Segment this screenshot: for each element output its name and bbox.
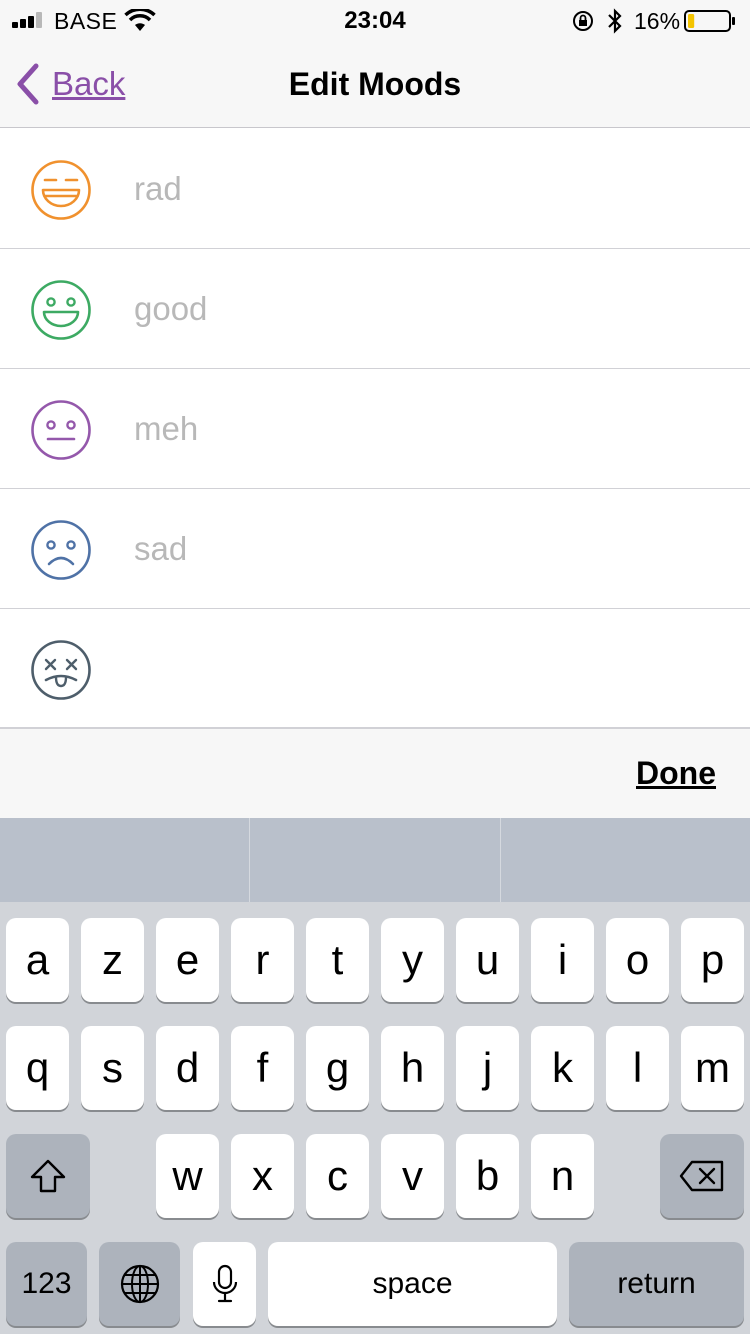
- rotation-lock-icon: [573, 11, 593, 31]
- backspace-key[interactable]: [660, 1134, 744, 1218]
- mood-name-input-awful[interactable]: [134, 647, 714, 691]
- key-row1[interactable]: y: [381, 918, 444, 1002]
- key-row2[interactable]: g: [306, 1026, 369, 1110]
- key-row2[interactable]: j: [456, 1026, 519, 1110]
- key-row1[interactable]: e: [156, 918, 219, 1002]
- key-row1[interactable]: t: [306, 918, 369, 1002]
- key-row3[interactable]: n: [531, 1134, 594, 1218]
- key-row2[interactable]: q: [6, 1026, 69, 1110]
- key-row3[interactable]: w: [156, 1134, 219, 1218]
- good-face-icon: [31, 280, 91, 340]
- key-row2[interactable]: h: [381, 1026, 444, 1110]
- key-row2[interactable]: f: [231, 1026, 294, 1110]
- sad-face-icon: [31, 520, 91, 580]
- key-row3[interactable]: b: [456, 1134, 519, 1218]
- key-row3[interactable]: c: [306, 1134, 369, 1218]
- key-row2[interactable]: l: [606, 1026, 669, 1110]
- keyboard: a z e r t y u i o p q s d f g h j k l m …: [0, 818, 750, 1334]
- suggestion-divider: [249, 818, 250, 902]
- key-row2[interactable]: k: [531, 1026, 594, 1110]
- key-row2[interactable]: m: [681, 1026, 744, 1110]
- mood-list: [0, 129, 750, 729]
- key-row1[interactable]: r: [231, 918, 294, 1002]
- navigation-bar: Back Edit Moods: [0, 40, 750, 128]
- battery-percent: 16%: [634, 8, 681, 34]
- mood-row-rad: [0, 129, 750, 249]
- backspace-icon: [679, 1160, 724, 1192]
- key-row3[interactable]: x: [231, 1134, 294, 1218]
- globe-icon: [120, 1264, 159, 1304]
- globe-key[interactable]: [99, 1242, 180, 1326]
- return-key[interactable]: return: [569, 1242, 744, 1326]
- status-bar: BASE 23:04 16%: [0, 0, 750, 40]
- microphone-icon: [212, 1264, 237, 1303]
- bluetooth-icon: [608, 8, 622, 34]
- rad-face-icon: [31, 160, 91, 220]
- mood-name-input-good[interactable]: [134, 287, 714, 331]
- list-divider: [0, 727, 750, 728]
- numbers-key[interactable]: 123: [6, 1242, 87, 1326]
- mood-row-sad: [0, 489, 750, 609]
- mood-row-awful: [0, 609, 750, 729]
- key-row2[interactable]: d: [156, 1026, 219, 1110]
- mood-name-input-rad[interactable]: [134, 167, 714, 211]
- key-row1[interactable]: u: [456, 918, 519, 1002]
- key-row1[interactable]: i: [531, 918, 594, 1002]
- page-title: Edit Moods: [288, 66, 462, 102]
- mood-name-input-meh[interactable]: [134, 407, 714, 451]
- shift-icon: [30, 1159, 66, 1193]
- suggestion-divider: [500, 818, 501, 902]
- microphone-key[interactable]: [193, 1242, 256, 1326]
- key-row1[interactable]: p: [681, 918, 744, 1002]
- space-key[interactable]: space: [268, 1242, 557, 1326]
- awful-face-icon: [31, 640, 91, 700]
- mood-name-input-sad[interactable]: [134, 527, 714, 571]
- suggestion-bar: [0, 818, 750, 902]
- meh-face-icon: [31, 400, 91, 460]
- done-button[interactable]: Done: [636, 755, 716, 792]
- mood-row-good: [0, 249, 750, 369]
- battery-icon: [684, 10, 735, 32]
- keyboard-toolbar: Done: [0, 729, 750, 818]
- mood-row-meh: [0, 369, 750, 489]
- shift-key[interactable]: [6, 1134, 90, 1218]
- key-row1[interactable]: a: [6, 918, 69, 1002]
- key-row3[interactable]: v: [381, 1134, 444, 1218]
- key-row2[interactable]: s: [81, 1026, 144, 1110]
- key-row1[interactable]: z: [81, 918, 144, 1002]
- key-row1[interactable]: o: [606, 918, 669, 1002]
